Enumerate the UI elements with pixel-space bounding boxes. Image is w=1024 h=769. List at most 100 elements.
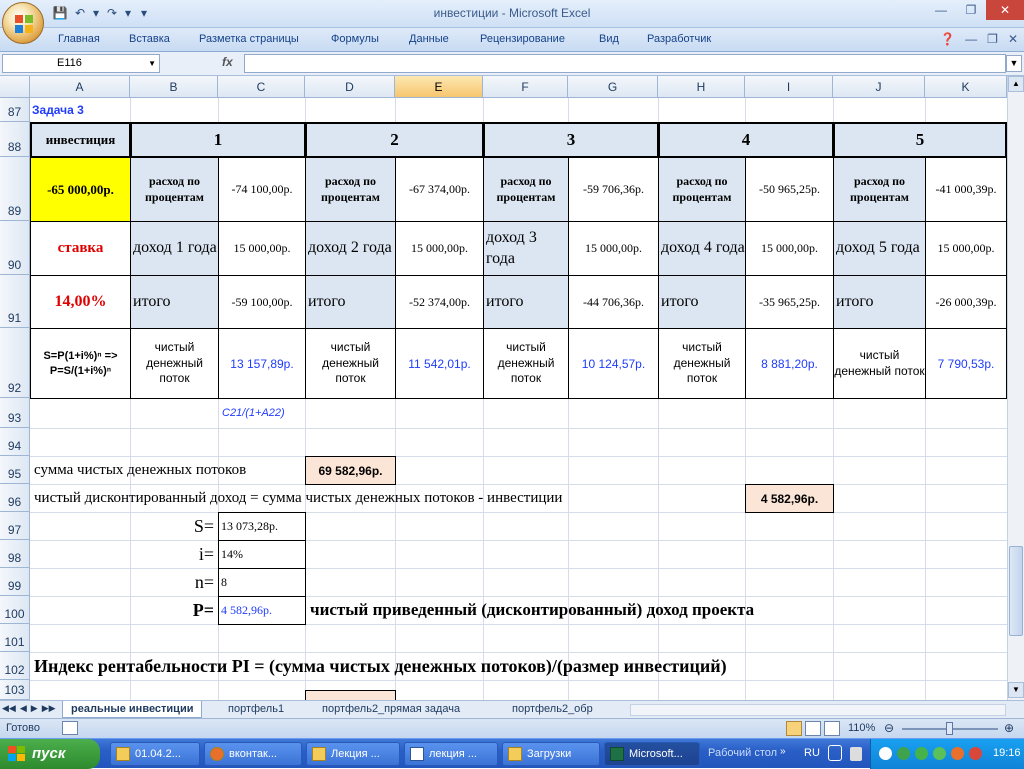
- sum-value[interactable]: 69 582,96р.: [305, 456, 396, 485]
- row-header-102[interactable]: 102: [0, 652, 30, 680]
- income-label-4[interactable]: доход 4 года: [658, 221, 746, 276]
- expense-label-3[interactable]: расход по процентам: [483, 157, 569, 222]
- row-header-87[interactable]: 87: [0, 98, 30, 122]
- c93-formula-text[interactable]: C21/(1+A22): [220, 398, 320, 428]
- task-item-lecture-doc[interactable]: лекция ...: [404, 742, 498, 766]
- pi-value-cell[interactable]: [305, 690, 396, 700]
- period-header-3[interactable]: 3: [483, 122, 659, 158]
- tab-review[interactable]: Рецензирование: [480, 33, 565, 45]
- row-header-89[interactable]: 89: [0, 157, 30, 221]
- n-value[interactable]: 8: [218, 568, 306, 597]
- clock[interactable]: 19:16: [993, 747, 1021, 759]
- page-layout-view-icon[interactable]: [805, 721, 821, 736]
- name-box[interactable]: E116 ▼: [2, 54, 160, 73]
- p-value[interactable]: 4 582,96р.: [218, 596, 306, 625]
- cashflow-value-1[interactable]: 13 157,89р.: [218, 328, 306, 399]
- expense-value-1[interactable]: -74 100,00р.: [218, 157, 306, 222]
- row-header-95[interactable]: 95: [0, 456, 30, 484]
- total-value-3[interactable]: -44 706,36р.: [568, 275, 659, 329]
- cashflow-label-1[interactable]: чистый денежный поток: [130, 328, 219, 399]
- prev-sheet-icon[interactable]: ◀: [20, 703, 27, 714]
- sum-label[interactable]: сумма чистых денежных потоков: [32, 456, 304, 484]
- total-label-2[interactable]: итого: [305, 275, 396, 329]
- speaker-icon[interactable]: [850, 747, 862, 761]
- cashflow-value-2[interactable]: 11 542,01р.: [395, 328, 484, 399]
- income-value-4[interactable]: 15 000,00р.: [745, 221, 834, 276]
- doc-minimize-icon[interactable]: —: [965, 32, 977, 46]
- cashflow-label-4[interactable]: чистый денежный поток: [658, 328, 746, 399]
- tab-home[interactable]: Главная: [58, 33, 100, 45]
- chevron-down-icon[interactable]: ▼: [148, 55, 156, 72]
- start-button[interactable]: пуск: [0, 739, 100, 769]
- total-label-4[interactable]: итого: [658, 275, 746, 329]
- total-value-1[interactable]: -59 100,00р.: [218, 275, 306, 329]
- i-value[interactable]: 14%: [218, 540, 306, 569]
- total-label-5[interactable]: итого: [833, 275, 926, 329]
- tray-icon-browser[interactable]: [951, 747, 964, 760]
- column-header-e[interactable]: E: [395, 76, 483, 98]
- task-title[interactable]: Задача 3: [30, 98, 130, 122]
- last-sheet-icon[interactable]: ▶▶: [42, 703, 56, 714]
- cashflow-label-2[interactable]: чистый денежный поток: [305, 328, 396, 399]
- total-value-2[interactable]: -52 374,00р.: [395, 275, 484, 329]
- tray-icon-back[interactable]: [879, 747, 892, 760]
- tab-page-layout[interactable]: Разметка страницы: [199, 33, 299, 45]
- expense-value-5[interactable]: -41 000,39р.: [925, 157, 1007, 222]
- column-header-d[interactable]: D: [305, 76, 395, 98]
- macro-record-icon[interactable]: [62, 721, 78, 735]
- income-value-1[interactable]: 15 000,00р.: [218, 221, 306, 276]
- expense-value-4[interactable]: -50 965,25р.: [745, 157, 834, 222]
- row-header-91[interactable]: 91: [0, 275, 30, 328]
- period-header-1[interactable]: 1: [130, 122, 306, 158]
- row-header-103[interactable]: 103: [0, 680, 30, 700]
- tray-icon-antivirus[interactable]: [969, 747, 982, 760]
- insert-function-icon[interactable]: fx: [222, 55, 233, 69]
- task-item-folder-date[interactable]: 01.04.2...: [110, 742, 200, 766]
- scroll-up-icon[interactable]: ▲: [1008, 76, 1024, 92]
- npv-label[interactable]: чистый дисконтированный доход = сумма чи…: [32, 484, 744, 512]
- normal-view-icon[interactable]: [786, 721, 802, 736]
- minimize-icon[interactable]: —: [926, 0, 956, 20]
- scroll-thumb[interactable]: [1009, 546, 1023, 636]
- doc-restore-icon[interactable]: ❐: [987, 32, 998, 46]
- zoom-in-icon[interactable]: ⊕: [1004, 721, 1014, 735]
- total-label-1[interactable]: итого: [130, 275, 219, 329]
- formula-input[interactable]: [244, 54, 1006, 73]
- column-header-k[interactable]: K: [925, 76, 1007, 98]
- invest-value-cell[interactable]: -65 000,00р.: [30, 157, 131, 222]
- row-header-90[interactable]: 90: [0, 221, 30, 275]
- task-item-lecture-folder[interactable]: Лекция ...: [306, 742, 400, 766]
- row-header-92[interactable]: 92: [0, 328, 30, 398]
- total-value-5[interactable]: -26 000,39р.: [925, 275, 1007, 329]
- help-icon[interactable]: ❓: [940, 32, 955, 46]
- row-header-99[interactable]: 99: [0, 568, 30, 596]
- tray-icon-green[interactable]: [897, 747, 910, 760]
- column-header-h[interactable]: H: [658, 76, 745, 98]
- income-label-3[interactable]: доход 3 года: [483, 221, 569, 276]
- horizontal-scrollbar[interactable]: [630, 704, 1006, 716]
- show-more-icon[interactable]: »: [780, 746, 786, 757]
- task-item-downloads[interactable]: Загрузки: [502, 742, 600, 766]
- income-value-2[interactable]: 15 000,00р.: [395, 221, 484, 276]
- column-header-b[interactable]: B: [130, 76, 218, 98]
- tab-view[interactable]: Вид: [599, 33, 619, 45]
- row-header-88[interactable]: 88: [0, 122, 30, 157]
- income-value-3[interactable]: 15 000,00р.: [568, 221, 659, 276]
- row-header-93[interactable]: 93: [0, 398, 30, 428]
- expense-label-5[interactable]: расход по процентам: [833, 157, 926, 222]
- period-header-4[interactable]: 4: [658, 122, 834, 158]
- column-header-i[interactable]: I: [745, 76, 833, 98]
- cashflow-label-5[interactable]: чистый денежный поток: [833, 328, 926, 399]
- column-header-c[interactable]: C: [218, 76, 305, 98]
- tab-developer[interactable]: Разработчик: [647, 33, 711, 45]
- column-header-f[interactable]: F: [483, 76, 568, 98]
- language-indicator[interactable]: RU: [804, 747, 820, 759]
- cashflow-value-4[interactable]: 8 881,20р.: [745, 328, 834, 399]
- scroll-down-icon[interactable]: ▼: [1008, 682, 1024, 698]
- formula-note-cell[interactable]: S=P(1+i%)ⁿ => P=S/(1+i%)ⁿ: [30, 328, 131, 399]
- rate-value-cell[interactable]: 14,00%: [30, 275, 131, 329]
- row-header-97[interactable]: 97: [0, 512, 30, 540]
- vertical-scrollbar[interactable]: ▲ ▼: [1007, 76, 1024, 700]
- task-item-browser[interactable]: вконтак...: [204, 742, 302, 766]
- cashflow-value-3[interactable]: 10 124,57р.: [568, 328, 659, 399]
